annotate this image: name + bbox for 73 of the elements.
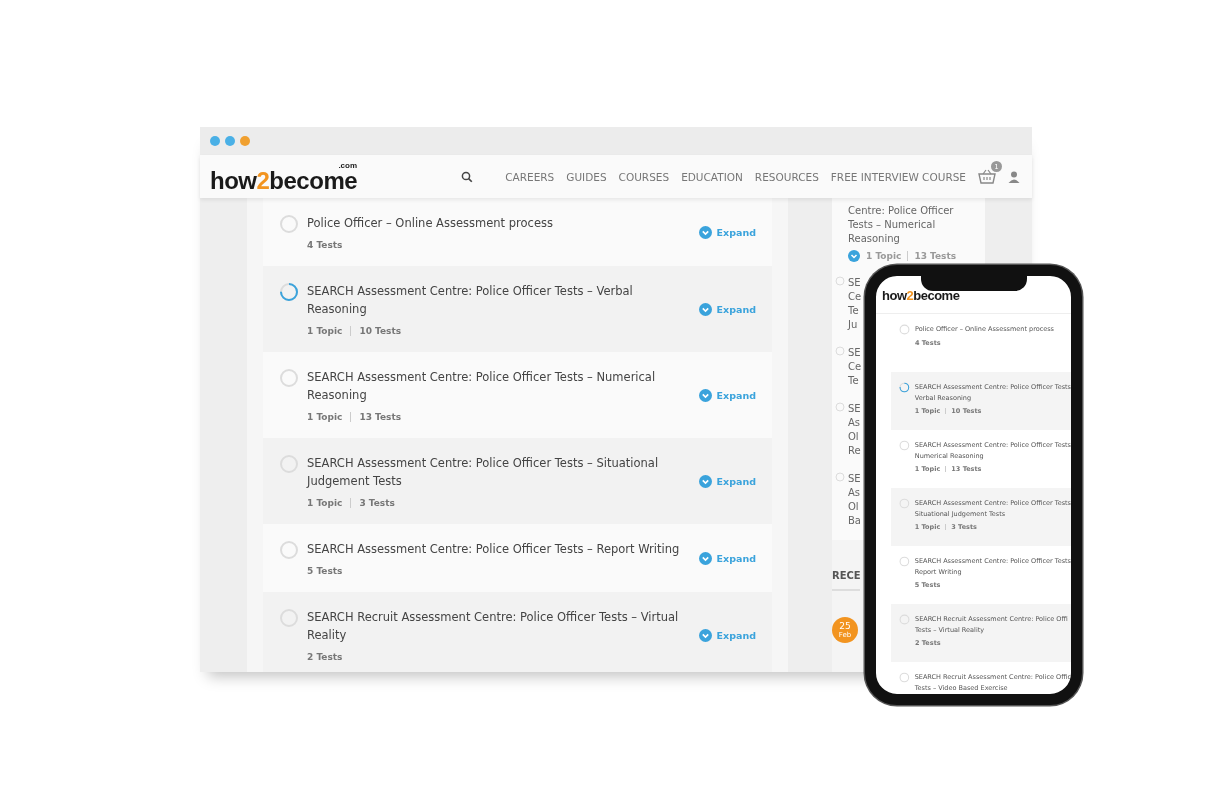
nav-link[interactable]: RESOURCES <box>754 170 819 183</box>
progress-ring-icon <box>835 472 845 482</box>
sidebar-course-title[interactable]: Tests – Numerical <box>848 218 957 232</box>
progress-ring-icon <box>899 498 910 509</box>
course-title[interactable]: SEARCH Assessment Centre: Police Officer Tests – Situational Judgement Tests <box>307 454 691 490</box>
test-count: 4 Tests <box>307 240 343 250</box>
progress-ring-icon <box>899 614 910 625</box>
section-heading: RECE <box>832 570 860 591</box>
progress-ring-icon <box>835 276 845 286</box>
test-count: 13 Tests <box>914 251 957 261</box>
topic-count: 1 Topic <box>307 412 343 422</box>
chevron-down-icon <box>698 551 712 565</box>
sidebar-course-title[interactable]: Centre: Police Officer <box>848 204 957 218</box>
course-title[interactable]: SEARCH Assessment Centre: Police Officer Tests – Verbal Reasoning <box>307 282 691 318</box>
topic-count: 1 Topic <box>307 326 343 336</box>
test-count: 5 Tests <box>307 566 343 576</box>
sidebar-course-title[interactable]: SE <box>848 472 861 486</box>
progress-ring-icon <box>279 282 299 302</box>
search-icon[interactable] <box>461 170 474 183</box>
sidebar-course-title[interactable]: As <box>848 486 861 500</box>
sidebar-course-title[interactable]: Ce <box>848 290 862 304</box>
nav-link[interactable]: GUIDES <box>566 170 607 183</box>
topic-count: 1 Topic <box>866 251 902 261</box>
progress-ring-icon <box>279 540 299 560</box>
topic-count: 1 Topic <box>307 498 343 508</box>
sidebar-course-title[interactable]: Ol <box>848 430 861 444</box>
window-dot-icon <box>210 136 220 146</box>
chevron-down-icon <box>848 250 860 262</box>
nav-link[interactable]: FREE INTERVIEW COURSE <box>830 170 966 183</box>
window-dot-icon <box>225 136 235 146</box>
sidebar-course-title[interactable]: SE <box>848 276 862 290</box>
progress-ring-icon <box>899 382 910 393</box>
chevron-down-icon <box>698 474 712 488</box>
nav-link[interactable]: EDUCATION <box>681 170 743 183</box>
test-count: 2 Tests <box>307 652 343 662</box>
progress-ring-icon <box>899 440 910 451</box>
course-title[interactable]: SEARCH Recruit Assessment Centre: Police Officer Tests – Virtual Reality <box>307 608 691 644</box>
progress-ring-icon <box>835 402 845 412</box>
sidebar-course-title[interactable]: SE <box>848 346 862 360</box>
chevron-down-icon <box>698 388 712 402</box>
sidebar-course-title[interactable]: Ce <box>848 360 862 374</box>
progress-ring-icon <box>899 556 910 567</box>
chevron-down-icon <box>698 628 712 642</box>
sidebar-course-title[interactable]: Reasoning <box>848 232 957 246</box>
nav-link[interactable]: CAREERS <box>505 170 555 183</box>
progress-ring-icon <box>899 324 910 335</box>
test-count: 13 Tests <box>359 412 402 422</box>
progress-ring-icon <box>835 346 845 356</box>
sidebar-course-title[interactable]: Ol <box>848 500 861 514</box>
sidebar-course-title[interactable]: Te <box>848 304 862 318</box>
window-dot-icon <box>240 136 250 146</box>
logo-suffix: .com <box>338 161 358 170</box>
sidebar-course-title[interactable]: Ju <box>848 318 862 332</box>
course-title[interactable]: SEARCH Assessment Centre: Police Officer Tests – Numerical Reasoning <box>307 368 691 404</box>
chevron-down-icon <box>698 302 712 316</box>
site-logo[interactable]: how2become <box>210 169 358 192</box>
progress-ring-icon <box>279 368 299 388</box>
sidebar-course-title[interactable]: Re <box>848 444 861 458</box>
sidebar-course-title[interactable]: Te <box>848 374 862 388</box>
test-count: 10 Tests <box>359 326 402 336</box>
progress-ring-icon <box>279 214 299 234</box>
sidebar-course-title[interactable]: As <box>848 416 861 430</box>
chevron-down-icon <box>698 225 712 239</box>
course-title[interactable]: Police Officer – Online Assessment process <box>307 214 691 232</box>
basket-icon[interactable] <box>978 169 996 184</box>
test-count: 3 Tests <box>359 498 395 508</box>
user-icon[interactable] <box>1008 170 1020 183</box>
sidebar-course-title[interactable]: Ba <box>848 514 861 528</box>
nav-link[interactable]: COURSES <box>618 170 670 183</box>
site-logo[interactable]: how2become <box>882 288 960 303</box>
course-title[interactable]: SEARCH Assessment Centre: Police Officer Tests – Report Writing <box>307 540 691 558</box>
sidebar-course-title[interactable]: SE <box>848 402 861 416</box>
progress-ring-icon <box>899 672 910 683</box>
